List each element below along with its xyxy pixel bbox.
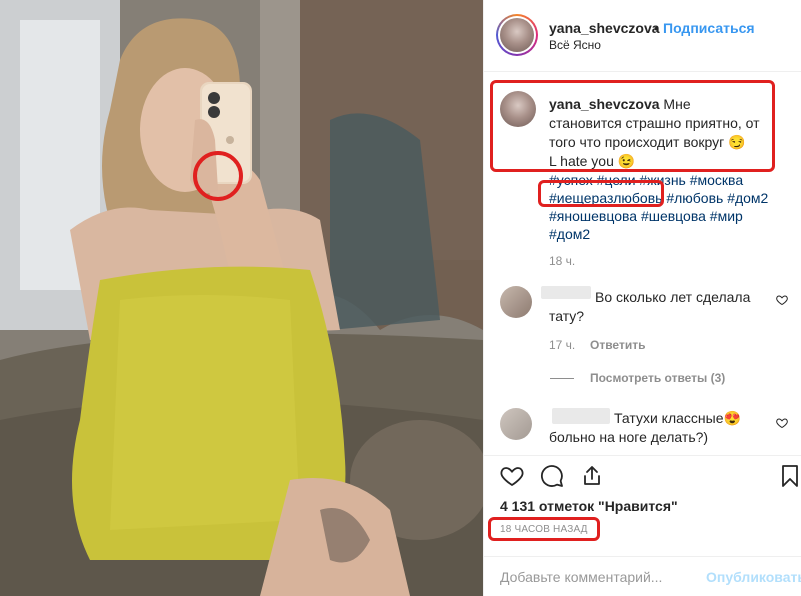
hashtag-row-4[interactable]: #дом2 <box>549 225 789 243</box>
comment-text: Татухи классные😍 больно на ноге делать?) <box>549 410 741 445</box>
likes-count[interactable]: 4 131 отметок "Нравится" <box>500 498 678 514</box>
reply-button[interactable]: Ответить <box>590 338 645 352</box>
action-bar <box>484 455 801 495</box>
view-replies-button[interactable]: Посмотреть ответы (3) <box>590 371 725 385</box>
comment-avatar[interactable] <box>500 408 532 440</box>
hashtag-row-2-rest[interactable]: #любовь #дом2 <box>666 190 768 206</box>
replies-divider <box>550 378 574 379</box>
time-highlight-box <box>488 517 600 541</box>
post-panel: yana_shevczova • Подписаться Всё Ясно ya… <box>483 0 801 596</box>
separator-dot: • <box>654 20 659 36</box>
caption-time[interactable]: 18 ч. <box>549 254 575 268</box>
bookmark-icon[interactable] <box>778 464 801 488</box>
comment-text: Во сколько лет сделала тату? <box>549 289 751 324</box>
hashtag-row-3[interactable]: #яношевцова #шевцова #мир <box>549 207 789 225</box>
post-comment-button[interactable]: Опубликовать <box>706 569 801 585</box>
comment-avatar[interactable] <box>500 286 532 318</box>
photo-illustration <box>0 0 483 596</box>
location-label[interactable]: Всё Ясно <box>549 38 601 52</box>
caption-highlight-box <box>490 80 775 172</box>
add-comment-bar: Добавьте комментарий... Опубликовать <box>484 556 801 596</box>
heart-small-icon[interactable] <box>776 417 788 429</box>
author-username[interactable]: yana_shevczova <box>549 20 660 36</box>
comment-input[interactable]: Добавьте комментарий... <box>500 569 662 585</box>
heart-small-icon[interactable] <box>776 294 788 306</box>
share-icon[interactable] <box>580 464 604 488</box>
hashtag-highlight-box <box>538 180 664 207</box>
author-avatar[interactable] <box>500 18 534 52</box>
comment-icon[interactable] <box>540 464 564 488</box>
post-photo[interactable] <box>0 0 483 596</box>
comment-time[interactable]: 17 ч. <box>549 338 575 352</box>
post-header: yana_shevczova • Подписаться Всё Ясно <box>484 0 801 72</box>
follow-button[interactable]: Подписаться <box>663 20 755 36</box>
heart-icon[interactable] <box>500 464 524 488</box>
